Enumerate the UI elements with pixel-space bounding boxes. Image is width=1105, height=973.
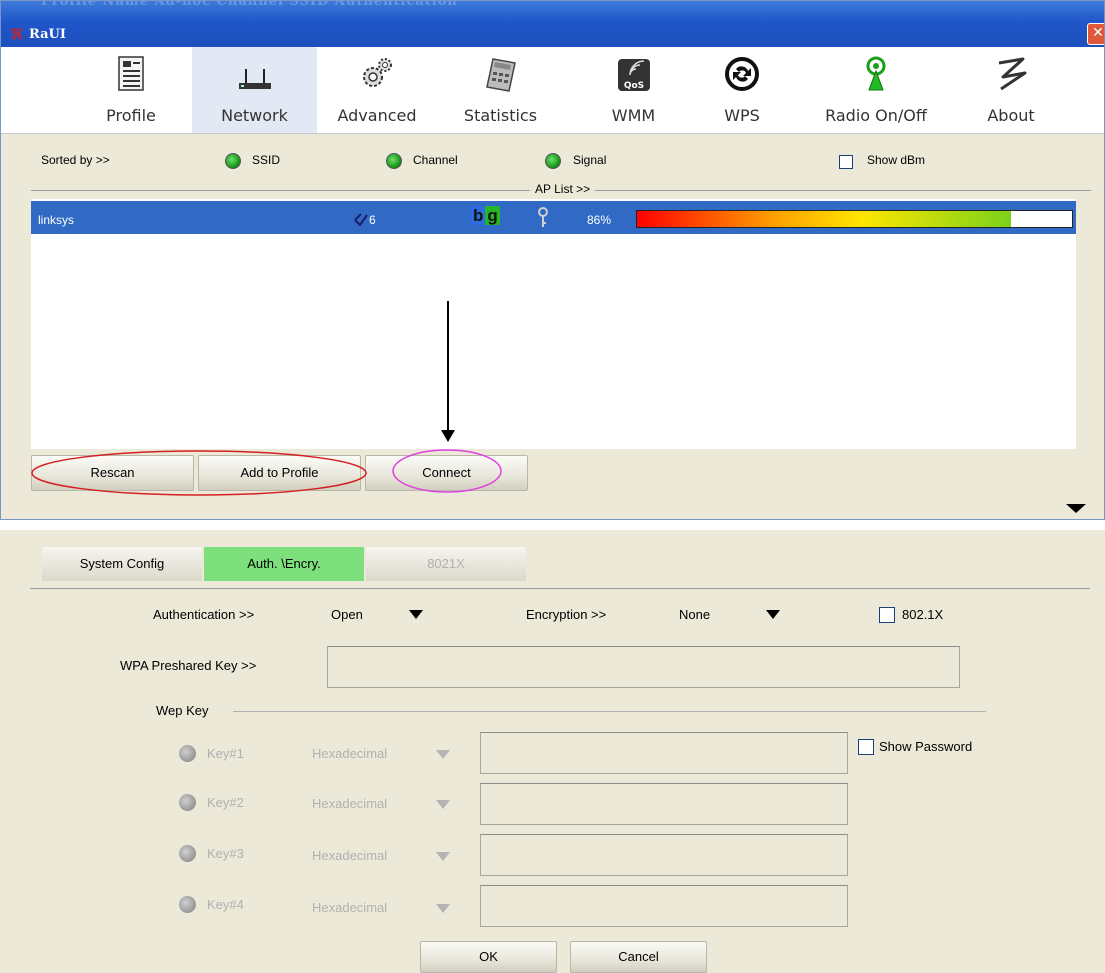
wps-icon xyxy=(725,57,759,91)
key4-input[interactable] xyxy=(480,885,848,927)
ap-list[interactable]: linksys 6 bg 86% xyxy=(31,199,1076,449)
key4-format-dropdown-icon[interactable] xyxy=(436,904,450,913)
key2-radio[interactable] xyxy=(179,794,196,811)
signal-strength-fill xyxy=(637,211,1012,227)
annotation-arrow-line xyxy=(447,301,449,433)
toolbar-statistics[interactable]: Statistics xyxy=(438,47,563,133)
wep-key-label: Wep Key xyxy=(156,703,209,718)
scroll-down-arrow-icon[interactable] xyxy=(1066,504,1086,513)
key3-label: Key#3 xyxy=(207,846,244,861)
toolbar-advanced-label: Advanced xyxy=(337,106,417,125)
key3-format-select[interactable]: Hexadecimal xyxy=(312,848,387,863)
sort-channel-radio[interactable] xyxy=(386,153,402,169)
authentication-label: Authentication >> xyxy=(153,607,255,622)
sort-signal-label: Signal xyxy=(573,153,607,167)
ieee8021x-checkbox[interactable] xyxy=(879,607,895,623)
key1-input[interactable] xyxy=(480,732,848,774)
key4-label: Key#4 xyxy=(207,897,244,912)
ap-list-row[interactable]: linksys 6 bg 86% xyxy=(31,201,1076,234)
key3-format-dropdown-icon[interactable] xyxy=(436,852,450,861)
toolbar-network[interactable]: Network xyxy=(192,47,317,133)
annotation-arrowhead xyxy=(441,430,455,442)
tab-divider xyxy=(30,588,1090,589)
ghost-title-text: Profile Name Ad-hoc Channel SSID Authent… xyxy=(41,0,458,9)
show-password-checkbox[interactable] xyxy=(858,739,874,755)
ok-button[interactable]: OK xyxy=(420,941,557,973)
calculator-icon xyxy=(485,58,516,92)
toolbar-wmm[interactable]: QoS WMM xyxy=(571,47,696,133)
ap-channel: 6 xyxy=(369,213,376,227)
tab-8021x[interactable]: 8021X xyxy=(366,547,526,581)
sort-channel-label: Channel xyxy=(413,153,458,167)
key2-input[interactable] xyxy=(480,783,848,825)
encryption-select[interactable]: None xyxy=(679,607,710,622)
toolbar-wmm-label: WMM xyxy=(611,106,656,125)
radio-antenna-icon xyxy=(866,56,886,91)
toolbar-about[interactable]: About xyxy=(961,47,1061,133)
network-icon xyxy=(238,69,271,89)
title-bar: Profile Name Ad-hoc Channel SSID Authent… xyxy=(1,0,1104,47)
key4-radio[interactable] xyxy=(179,896,196,913)
channel-icon xyxy=(354,213,368,227)
show-password-label: Show Password xyxy=(879,739,973,754)
annotation-ellipse-red xyxy=(31,450,367,496)
toolbar-wps-label: WPS xyxy=(724,106,760,125)
svg-text:QoS: QoS xyxy=(623,81,643,91)
ap-list-label: AP List >> xyxy=(530,182,596,196)
about-icon xyxy=(998,57,1027,91)
key1-radio[interactable] xyxy=(179,745,196,762)
toolbar-profile-label: Profile xyxy=(106,106,156,125)
key1-format-select[interactable]: Hexadecimal xyxy=(312,746,387,761)
key4-format-select[interactable]: Hexadecimal xyxy=(312,900,387,915)
sorted-by-label: Sorted by >> xyxy=(41,153,110,167)
key2-label: Key#2 xyxy=(207,795,244,810)
gears-icon xyxy=(363,58,392,87)
key3-input[interactable] xyxy=(480,834,848,876)
ap-ssid: linksys xyxy=(38,213,75,227)
auth-encryption-dialog: System Config Auth. \Encry. 8021X Authen… xyxy=(0,530,1105,973)
show-dbm-checkbox[interactable] xyxy=(839,155,853,169)
sort-ssid-radio[interactable] xyxy=(225,153,241,169)
signal-strength-bar xyxy=(636,210,1073,228)
key1-format-dropdown-icon[interactable] xyxy=(436,750,450,759)
toolbar-about-label: About xyxy=(987,106,1035,125)
encryption-dropdown-icon[interactable] xyxy=(766,610,780,619)
ap-signal-percent: 86% xyxy=(587,213,612,227)
bg-mode-icon: bg xyxy=(471,206,500,225)
wep-key-divider xyxy=(233,711,986,712)
toolbar-network-label: Network xyxy=(221,106,288,125)
key2-format-dropdown-icon[interactable] xyxy=(436,800,450,809)
profile-icon xyxy=(118,56,144,91)
key-icon xyxy=(538,207,548,227)
authentication-select[interactable]: Open xyxy=(331,607,363,622)
key1-label: Key#1 xyxy=(207,746,244,761)
close-button[interactable]: ✕ xyxy=(1087,23,1104,45)
toolbar-radio-onoff-label: Radio On/Off xyxy=(825,106,927,125)
cancel-button[interactable]: Cancel xyxy=(570,941,707,973)
raui-logo-icon: ℜ xyxy=(11,27,23,43)
sort-ssid-label: SSID xyxy=(252,153,281,167)
qos-icon: QoS xyxy=(617,59,650,91)
wpa-preshared-key-input[interactable] xyxy=(327,646,960,688)
wpa-preshared-key-label: WPA Preshared Key >> xyxy=(120,658,257,673)
key3-radio[interactable] xyxy=(179,845,196,862)
raui-window: Profile Name Ad-hoc Channel SSID Authent… xyxy=(0,0,1105,520)
window-title: RaUI xyxy=(29,27,66,42)
ieee8021x-label: 802.1X xyxy=(902,607,944,622)
toolbar-radio-onoff[interactable]: Radio On/Off xyxy=(806,47,946,133)
sort-signal-radio[interactable] xyxy=(545,153,561,169)
key2-format-select[interactable]: Hexadecimal xyxy=(312,796,387,811)
show-dbm-label: Show dBm xyxy=(867,153,926,167)
annotation-ellipse-magenta xyxy=(392,449,502,493)
toolbar-profile[interactable]: Profile xyxy=(71,47,191,133)
tab-auth-encry[interactable]: Auth. \Encry. xyxy=(204,547,364,581)
toolbar-statistics-label: Statistics xyxy=(463,106,538,125)
main-toolbar: Profile Network Advanced Statistics QoS … xyxy=(1,47,1104,134)
authentication-dropdown-icon[interactable] xyxy=(409,610,423,619)
toolbar-wps[interactable]: WPS xyxy=(697,47,787,133)
encryption-label: Encryption >> xyxy=(526,607,607,622)
toolbar-advanced[interactable]: Advanced xyxy=(317,47,437,133)
tab-system-config[interactable]: System Config xyxy=(42,547,202,581)
